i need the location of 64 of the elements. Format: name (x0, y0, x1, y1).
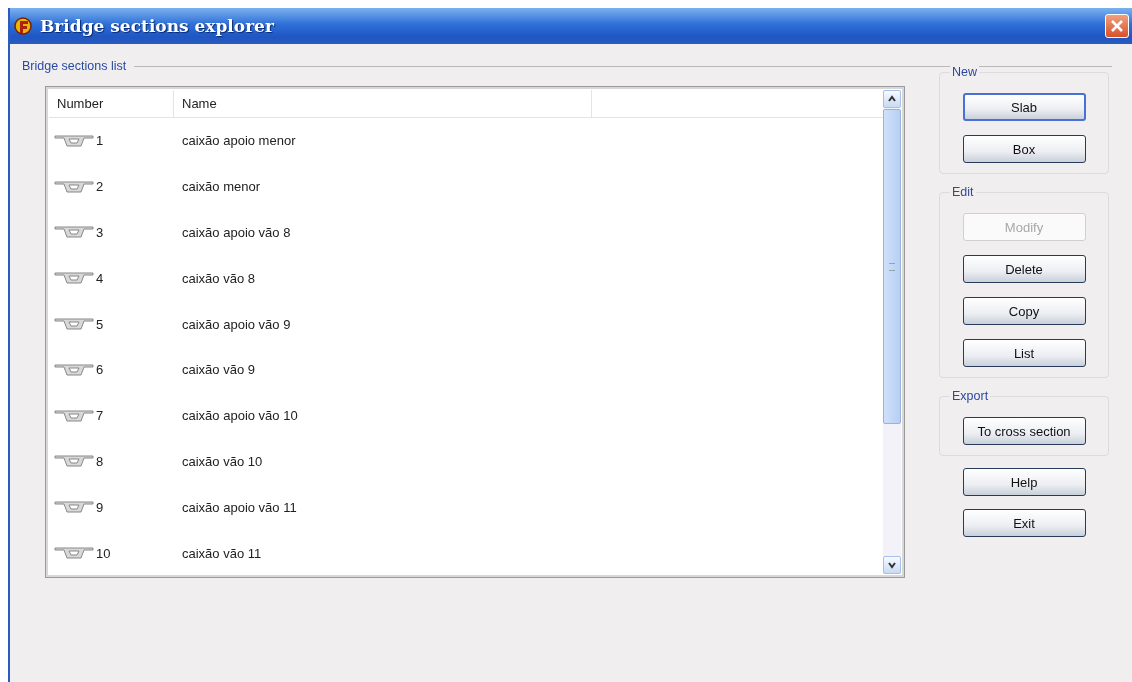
list-row[interactable]: 6 caixão vão 9 (49, 347, 883, 393)
table-cell: 10 (96, 545, 111, 561)
list-row[interactable]: 1 caixão apoio menor (49, 118, 883, 164)
table-cell: 4 (96, 270, 104, 286)
list-row[interactable]: 4 caixão vão 8 (49, 255, 883, 302)
window-title: Bridge sections explorer (40, 16, 274, 36)
table-cell: 2 (96, 179, 104, 195)
bridge-section-icon (54, 408, 94, 423)
action-button[interactable]: To cross section (962, 417, 1086, 445)
caret-up-icon (887, 94, 897, 104)
action-button[interactable]: Box (962, 135, 1086, 163)
action-button[interactable]: List (962, 339, 1086, 367)
list-row[interactable]: 3 caixão apoio vão 8 (49, 209, 883, 256)
table-cell: 8 (96, 453, 104, 469)
list-row[interactable]: 5 caixão apoio vão 9 (49, 301, 883, 347)
bridge-section-icon (54, 317, 94, 332)
group-label: Bridge sections list (22, 59, 127, 73)
action-button[interactable]: Help (962, 468, 1086, 496)
group-label: Edit (950, 185, 976, 199)
bridge-section-icon (54, 271, 94, 286)
table-cell: caixão apoio vão 8 (182, 225, 291, 240)
table-cell: 6 (96, 362, 104, 378)
close-button[interactable] (1105, 14, 1129, 38)
table-cell: caixão vão 10 (182, 453, 263, 469)
group-label: Export (950, 389, 991, 403)
list-row[interactable]: 7 caixão apoio vão 10 (49, 392, 883, 439)
group-label: New (950, 65, 979, 79)
bridge-section-icon (54, 362, 94, 377)
list-row[interactable]: 2 caixão menor (49, 163, 883, 210)
action-button[interactable]: Exit (962, 509, 1086, 537)
vertical-scrollbar[interactable] (883, 90, 901, 574)
list-row[interactable]: 8 caixão vão 10 (49, 438, 883, 485)
scroll-up-button[interactable] (883, 90, 901, 108)
bridge-section-icon (54, 133, 94, 148)
table-cell: caixão apoio menor (182, 133, 296, 149)
table-cell: caixão vão 8 (182, 270, 255, 286)
table-cell: caixão vão 9 (182, 362, 255, 378)
table-cell: caixão apoio vão 9 (182, 316, 291, 332)
table-cell: caixão vão 11 (182, 545, 262, 561)
column-header[interactable]: Number (49, 90, 174, 117)
table-cell: 5 (96, 316, 104, 332)
table-cell: 9 (96, 499, 104, 515)
action-button[interactable]: Copy (962, 297, 1086, 325)
bridge-section-icon (54, 500, 94, 515)
table-cell: 3 (96, 225, 104, 240)
table-cell: caixão apoio vão 11 (182, 499, 297, 515)
table-cell: caixão menor (182, 179, 261, 195)
action-button[interactable]: Delete (962, 255, 1086, 283)
table-cell: caixão apoio vão 10 (182, 408, 298, 424)
table-cell: 1 (96, 133, 104, 149)
close-icon (1110, 19, 1124, 33)
scroll-down-button[interactable] (883, 556, 901, 574)
scroll-thumb[interactable] (883, 109, 901, 424)
column-header[interactable]: Name (174, 90, 592, 117)
bridge-section-icon (54, 546, 94, 561)
list-row[interactable]: 10 caixão vão 11 (49, 530, 883, 576)
caret-down-icon (887, 560, 897, 570)
bridge-section-icon (54, 179, 94, 194)
list-row[interactable]: 9 caixão apoio vão 11 (49, 484, 883, 531)
bridge-section-icon (54, 225, 94, 240)
table-cell: 7 (96, 408, 104, 424)
app-logo-icon (14, 16, 34, 36)
bridge-section-icon (54, 454, 94, 469)
action-button[interactable]: Slab (962, 93, 1086, 121)
